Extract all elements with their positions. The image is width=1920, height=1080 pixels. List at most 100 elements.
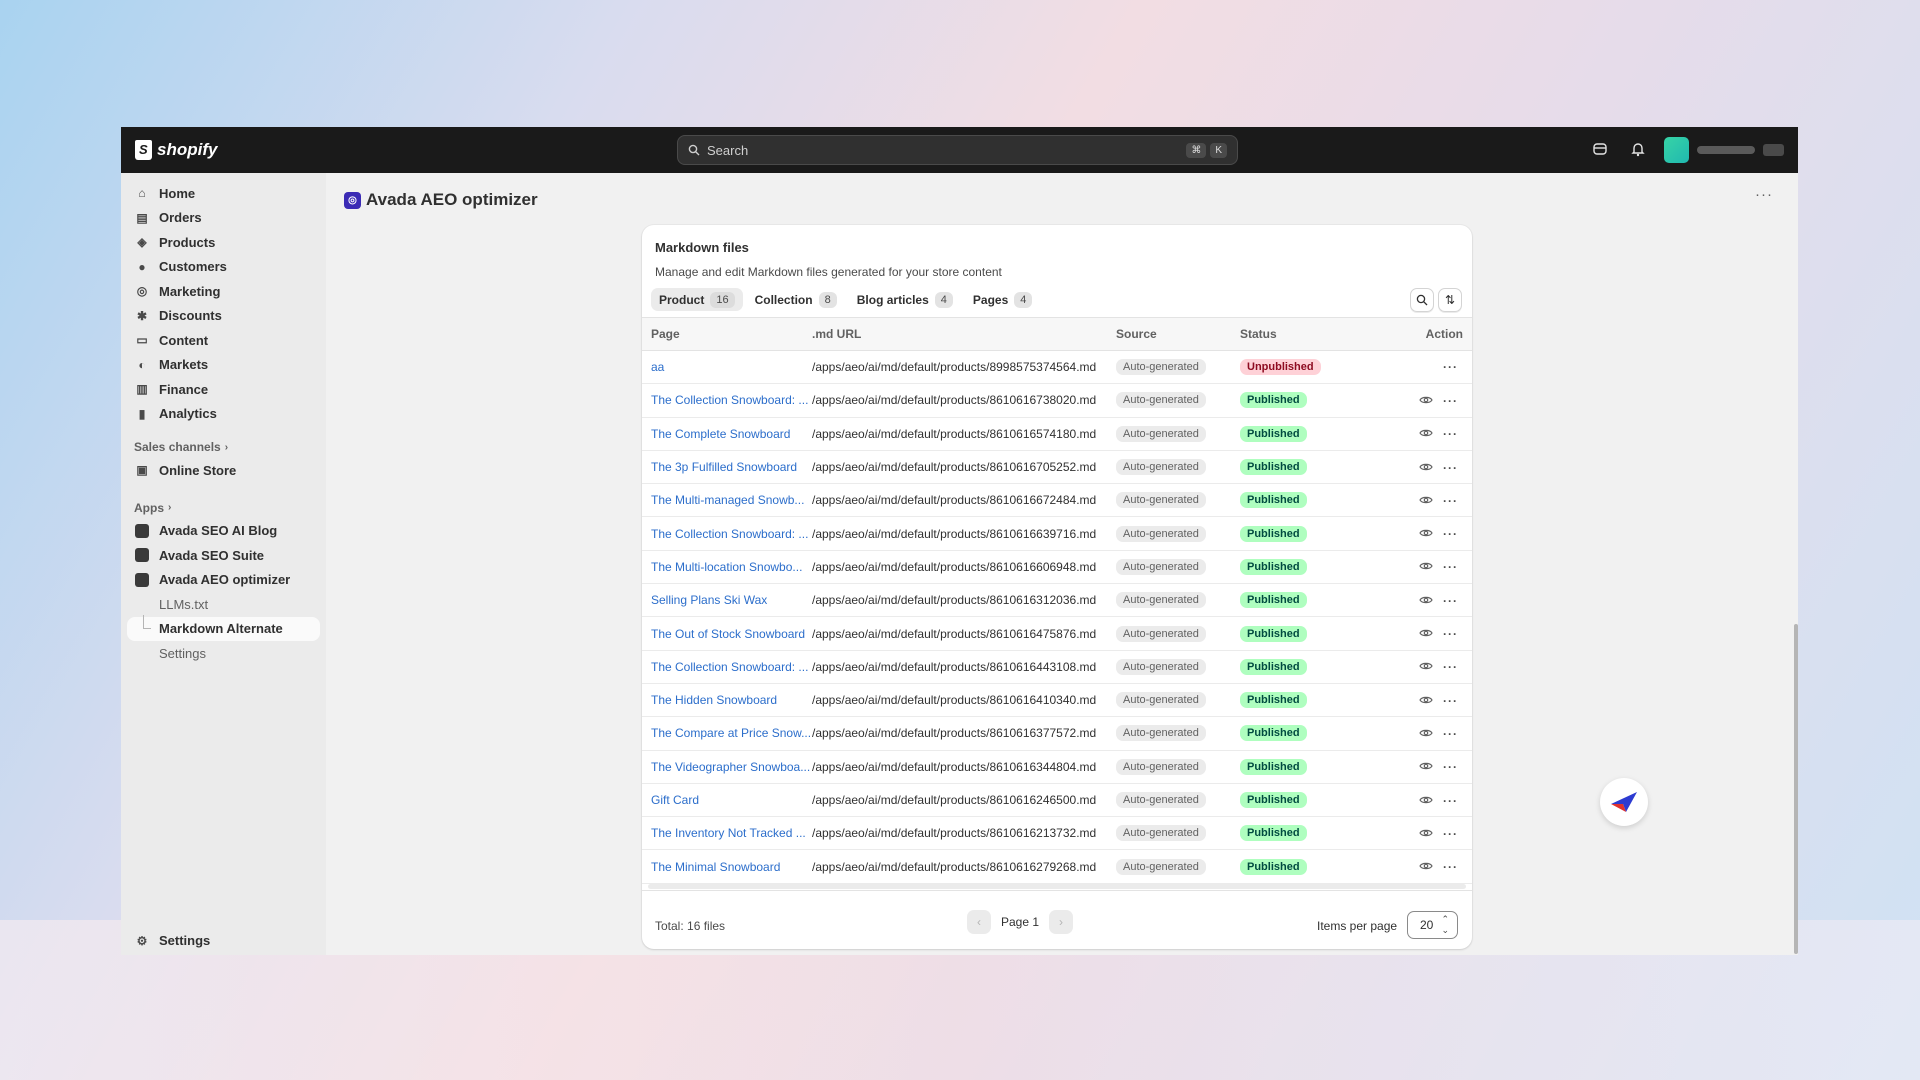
sidebar-item-label: Home xyxy=(159,185,196,201)
eye-icon[interactable] xyxy=(1419,426,1433,441)
assistant-fab-button[interactable] xyxy=(1600,778,1648,826)
tab-product[interactable]: Product 16 xyxy=(651,288,743,311)
card-description: Manage and edit Markdown files generated… xyxy=(655,265,1002,279)
table-horizontal-scrollbar[interactable] xyxy=(648,884,1466,889)
eye-icon[interactable] xyxy=(1419,759,1433,774)
page-more-actions-icon[interactable]: ··· xyxy=(1755,186,1773,203)
search-input[interactable]: Search ⌘ K xyxy=(677,135,1238,165)
page-link[interactable]: aa xyxy=(651,360,664,374)
sidebar-item-finance[interactable]: ▥ Finance xyxy=(127,377,320,402)
sidebar-sub-settings[interactable]: Settings xyxy=(127,641,320,666)
page-link[interactable]: The Inventory Not Tracked ... xyxy=(651,826,806,840)
eye-icon[interactable] xyxy=(1419,493,1433,508)
tab-blog-articles[interactable]: Blog articles 4 xyxy=(849,288,961,311)
eye-icon[interactable] xyxy=(1419,593,1433,608)
tag-icon: ◈ xyxy=(137,235,147,250)
discount-icon: ✱ xyxy=(136,308,148,323)
home-icon: ⌂ xyxy=(138,186,146,201)
more-actions-icon[interactable]: ··· xyxy=(1443,860,1458,874)
account-menu[interactable] xyxy=(1660,135,1784,165)
page-link[interactable]: The Collection Snowboard: ... xyxy=(651,393,808,407)
page-link[interactable]: The Collection Snowboard: ... xyxy=(651,660,808,674)
more-actions-icon[interactable]: ··· xyxy=(1443,660,1458,674)
sidebar-item-settings[interactable]: ⚙ Settings xyxy=(127,929,320,954)
apps-header[interactable]: Apps › xyxy=(127,497,320,519)
source-badge: Auto-generated xyxy=(1116,392,1206,409)
eye-icon[interactable] xyxy=(1419,526,1433,541)
more-actions-icon[interactable]: ··· xyxy=(1443,560,1458,574)
tab-collection[interactable]: Collection 8 xyxy=(747,288,845,311)
sidebar-sub-llms-txt[interactable]: LLMs.txt xyxy=(127,592,320,617)
sidebar-item-avada-aeo-optimizer[interactable]: Avada AEO optimizer xyxy=(127,568,320,593)
page-link[interactable]: The Hidden Snowboard xyxy=(651,693,777,707)
next-page-button[interactable]: › xyxy=(1049,910,1074,934)
more-actions-icon[interactable]: ··· xyxy=(1443,594,1458,608)
more-actions-icon[interactable]: ··· xyxy=(1443,694,1458,708)
more-actions-icon[interactable]: ··· xyxy=(1443,427,1458,441)
col-url: .md URL xyxy=(812,327,862,341)
page-link[interactable]: The Multi-location Snowbo... xyxy=(651,560,802,574)
page-title: ◎ Avada AEO optimizer xyxy=(344,190,538,210)
more-actions-icon[interactable]: ··· xyxy=(1443,527,1458,541)
eye-icon[interactable] xyxy=(1419,626,1433,641)
eye-icon[interactable] xyxy=(1419,393,1433,408)
more-actions-icon[interactable]: ··· xyxy=(1443,360,1458,374)
eye-icon[interactable] xyxy=(1419,859,1433,874)
page-link[interactable]: The Multi-managed Snowb... xyxy=(651,493,804,507)
sidebar-item-marketing[interactable]: ◎ Marketing xyxy=(127,279,320,304)
sidebar-item-discounts[interactable]: ✱ Discounts xyxy=(127,304,320,329)
more-actions-icon[interactable]: ··· xyxy=(1443,394,1458,408)
sidebar-item-avada-seo-suite[interactable]: Avada SEO Suite xyxy=(127,543,320,568)
prev-page-button[interactable]: ‹ xyxy=(967,910,991,934)
page-link[interactable]: The Out of Stock Snowboard xyxy=(651,627,805,641)
bell-icon[interactable] xyxy=(1629,141,1647,159)
page-link[interactable]: The Videographer Snowboa... xyxy=(651,760,810,774)
page-link[interactable]: The Compare at Price Snow... xyxy=(651,726,811,740)
page-link[interactable]: The Minimal Snowboard xyxy=(651,860,780,874)
store-icon[interactable] xyxy=(1591,141,1609,159)
eye-icon[interactable] xyxy=(1419,793,1433,808)
sidebar-item-orders[interactable]: ▤ Orders xyxy=(127,206,320,231)
tab-pages[interactable]: Pages 4 xyxy=(965,288,1040,311)
page-link[interactable]: Selling Plans Ski Wax xyxy=(651,593,767,607)
sidebar-item-avada-seo-ai-blog[interactable]: Avada SEO AI Blog xyxy=(127,519,320,544)
sidebar-item-label: Products xyxy=(159,234,216,250)
more-actions-icon[interactable]: ··· xyxy=(1443,794,1458,808)
eye-icon[interactable] xyxy=(1419,559,1433,574)
sidebar-item-content[interactable]: ▭ Content xyxy=(127,328,320,353)
table-row: Selling Plans Ski Wax/apps/aeo/ai/md/def… xyxy=(642,584,1472,617)
sidebar-item-markets[interactable]: ◐ Markets xyxy=(127,353,320,378)
more-actions-icon[interactable]: ··· xyxy=(1443,760,1458,774)
eye-icon[interactable] xyxy=(1419,826,1433,841)
search-filter-button[interactable] xyxy=(1410,288,1434,312)
page-link[interactable]: The Complete Snowboard xyxy=(651,427,790,441)
source-badge: Auto-generated xyxy=(1116,492,1206,509)
sales-channels-header[interactable]: Sales channels › xyxy=(127,436,320,458)
page-link[interactable]: Gift Card xyxy=(651,793,699,807)
eye-icon[interactable] xyxy=(1419,659,1433,674)
page-link[interactable]: The Collection Snowboard: ... xyxy=(651,527,808,541)
sidebar-item-products[interactable]: ◈ Products xyxy=(127,230,320,255)
sort-button[interactable]: ⇅ xyxy=(1438,288,1462,312)
eye-icon[interactable] xyxy=(1419,460,1433,475)
more-actions-icon[interactable]: ··· xyxy=(1443,461,1458,475)
eye-icon[interactable] xyxy=(1419,693,1433,708)
page-scrollbar[interactable] xyxy=(1794,624,1798,954)
sidebar-item-analytics[interactable]: ▮ Analytics xyxy=(127,402,320,427)
source-badge: Auto-generated xyxy=(1116,858,1206,875)
more-actions-icon[interactable]: ··· xyxy=(1443,727,1458,741)
source-badge: Auto-generated xyxy=(1116,692,1206,709)
more-actions-icon[interactable]: ··· xyxy=(1443,494,1458,508)
page-link[interactable]: The 3p Fulfilled Snowboard xyxy=(651,460,797,474)
sidebar-item-online-store[interactable]: ▣ Online Store xyxy=(127,458,320,483)
sidebar-item-customers[interactable]: ● Customers xyxy=(127,255,320,280)
more-actions-icon[interactable]: ··· xyxy=(1443,827,1458,841)
sidebar-item-home[interactable]: ⌂ Home xyxy=(127,181,320,206)
items-per-page-select[interactable]: 20 ⌃ ⌄ xyxy=(1407,911,1458,939)
more-actions-icon[interactable]: ··· xyxy=(1443,627,1458,641)
sidebar-item-label: Online Store xyxy=(159,462,237,478)
sidebar-sub-markdown-alternate[interactable]: Markdown Alternate xyxy=(127,614,320,641)
shopify-logo[interactable]: shopify xyxy=(135,140,217,160)
app-icon xyxy=(135,548,149,563)
eye-icon[interactable] xyxy=(1419,726,1433,741)
